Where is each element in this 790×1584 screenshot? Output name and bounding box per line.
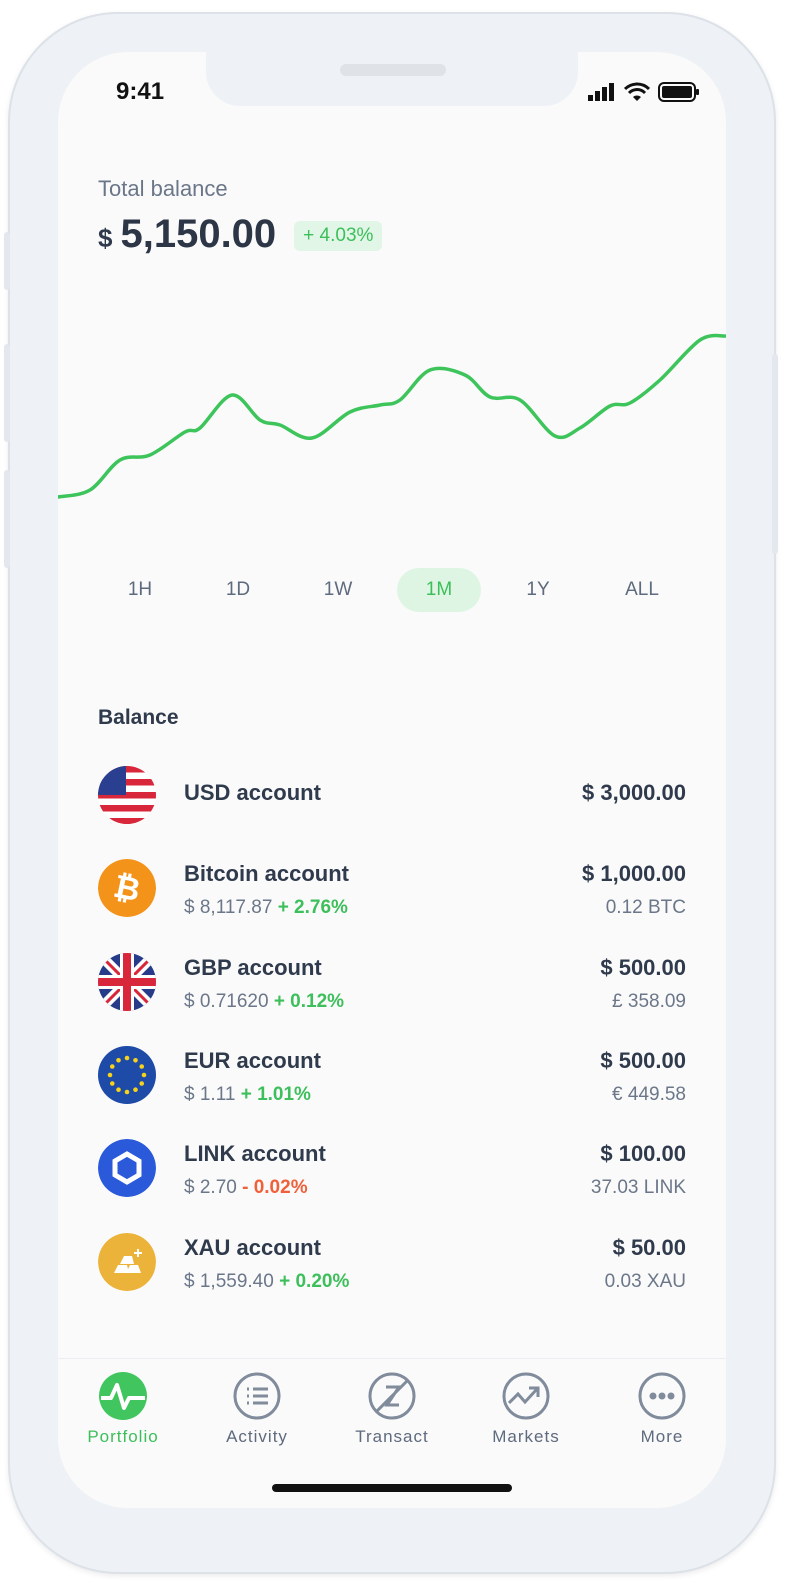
- account-value: $ 500.00: [600, 954, 686, 980]
- list-icon: [233, 1372, 281, 1420]
- price: $ 2.70: [184, 1177, 237, 1199]
- range-selector: 1H 1D 1W 1M 1Y ALL: [98, 568, 698, 612]
- tab-markets[interactable]: Markets: [471, 1371, 581, 1447]
- transact-icon: [368, 1372, 416, 1420]
- tab-label: Portfolio: [87, 1427, 159, 1446]
- range-1h[interactable]: 1H: [98, 568, 182, 612]
- tab-label: Markets: [492, 1427, 560, 1446]
- range-1w[interactable]: 1W: [296, 568, 380, 612]
- account-value: $ 100.00: [600, 1141, 686, 1167]
- account-row[interactable]: USD account $ 3,000.00: [98, 766, 686, 830]
- account-row[interactable]: XAU account $ 1,559.40 + 0.20% $ 50.00 0…: [98, 1232, 686, 1297]
- range-all[interactable]: ALL: [600, 568, 684, 612]
- balance-chart: [58, 333, 726, 499]
- account-row[interactable]: GBP account $ 0.71620 + 0.12% $ 500.00 £…: [98, 952, 686, 1017]
- volume-down-button: [4, 470, 10, 568]
- account-value: $ 1,000.00: [582, 861, 686, 887]
- account-name: LINK account: [184, 1141, 326, 1167]
- account-row[interactable]: EUR account $ 1.11 + 1.01% $ 500.00 € 44…: [98, 1045, 686, 1110]
- eu-flag-icon: [98, 1045, 156, 1104]
- account-name: GBP account: [184, 954, 322, 980]
- price-change: + 0.12%: [273, 990, 345, 1012]
- tab-label: Transact: [355, 1427, 429, 1446]
- price-change: + 2.76%: [277, 897, 348, 919]
- account-price: $ 2.70 - 0.02%: [184, 1177, 308, 1199]
- account-price: $ 8,117.87 + 2.76%: [184, 897, 348, 919]
- price: $ 8,117.87: [184, 897, 273, 919]
- trend-icon: [502, 1372, 550, 1420]
- tab-label: More: [640, 1427, 684, 1446]
- price: $ 0.71620: [184, 990, 269, 1012]
- account-row[interactable]: LINK account $ 2.70 - 0.02% $ 100.00 37.…: [98, 1139, 686, 1203]
- bitcoin-icon: ₿: [98, 859, 156, 918]
- range-1m[interactable]: 1M: [397, 568, 481, 612]
- account-value: $ 3,000.00: [582, 780, 686, 805]
- tab-activity[interactable]: Activity: [202, 1371, 312, 1447]
- account-name: Bitcoin account: [184, 861, 350, 887]
- tab-transact[interactable]: Transact: [337, 1371, 447, 1447]
- account-holding: 37.03 LINK: [590, 1177, 686, 1199]
- power-button: [772, 354, 778, 554]
- uk-flag-icon: [98, 952, 156, 1011]
- account-name: EUR account: [184, 1047, 321, 1073]
- account-name: USD account: [184, 780, 321, 805]
- price: $ 1,559.40: [184, 1270, 274, 1292]
- screen: 9:41 Total balance $ 5,150.00 + 4.03% 1H…: [58, 52, 726, 1508]
- range-1y[interactable]: 1Y: [496, 568, 580, 612]
- more-icon: [638, 1372, 686, 1420]
- home-indicator[interactable]: [272, 1484, 512, 1492]
- price-change: + 1.01%: [240, 1083, 311, 1105]
- mute-switch: [4, 232, 10, 290]
- account-price: $ 1.11 + 1.01%: [184, 1084, 311, 1106]
- account-row[interactable]: ₿ Bitcoin account $ 8,117.87 + 2.76% $ 1…: [98, 859, 686, 923]
- account-value: $ 50.00: [612, 1234, 686, 1260]
- chart-line: [58, 333, 726, 499]
- pulse-icon: [99, 1372, 147, 1420]
- account-holding: £ 358.09: [612, 990, 686, 1012]
- gold-icon: [98, 1232, 156, 1291]
- account-price: $ 0.71620 + 0.12%: [184, 991, 344, 1013]
- account-holding: 0.03 XAU: [604, 1270, 686, 1292]
- tab-label: Activity: [226, 1427, 288, 1446]
- price: $ 1.11: [184, 1083, 236, 1105]
- range-1d[interactable]: 1D: [196, 568, 280, 612]
- account-price: $ 1,559.40 + 0.20%: [184, 1271, 349, 1293]
- tab-portfolio[interactable]: Portfolio: [68, 1371, 178, 1447]
- volume-up-button: [4, 344, 10, 442]
- account-holding: 0.12 BTC: [605, 897, 686, 919]
- balance-heading: Balance: [98, 706, 179, 729]
- account-name: XAU account: [184, 1234, 321, 1260]
- account-value: $ 500.00: [600, 1047, 686, 1073]
- chainlink-icon: [98, 1139, 156, 1198]
- price-change: + 0.20%: [279, 1270, 350, 1292]
- account-holding: € 449.58: [612, 1083, 686, 1105]
- price-change: - 0.02%: [242, 1177, 308, 1199]
- tab-more[interactable]: More: [607, 1371, 717, 1447]
- us-flag-icon: [98, 766, 156, 824]
